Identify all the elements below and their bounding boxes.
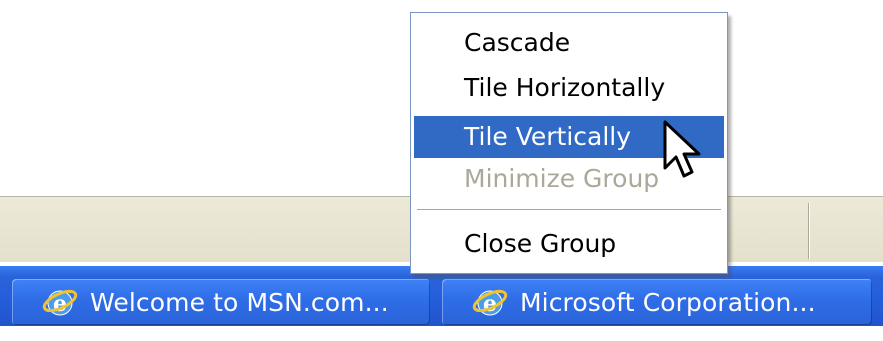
- taskbar-button-msn[interactable]: e Welcome to MSN.com...: [12, 279, 430, 325]
- menu-separator: [417, 209, 721, 211]
- group-context-menu: Cascade Tile Horizontally Tile Verticall…: [410, 12, 728, 274]
- taskbar-band: e Welcome to MSN.com... e Microsoft Corp…: [0, 266, 883, 326]
- menu-item-tile-vertically[interactable]: Tile Vertically: [414, 116, 724, 158]
- taskbar-button-label: Microsoft Corporation...: [520, 287, 816, 317]
- status-bar-divider-highlight: [809, 203, 810, 259]
- internet-explorer-icon: e: [472, 289, 508, 317]
- internet-explorer-icon: e: [42, 289, 78, 317]
- menu-item-close-group[interactable]: Close Group: [414, 223, 724, 265]
- menu-item-tile-horizontally[interactable]: Tile Horizontally: [414, 67, 724, 109]
- taskbar-button-label: Welcome to MSN.com...: [90, 287, 389, 317]
- menu-item-cascade[interactable]: Cascade: [414, 22, 724, 64]
- taskbar-button-microsoft[interactable]: e Microsoft Corporation...: [442, 279, 872, 325]
- screen: e Welcome to MSN.com... e Microsoft Corp…: [0, 0, 883, 341]
- menu-item-minimize-group[interactable]: Minimize Group: [414, 158, 724, 200]
